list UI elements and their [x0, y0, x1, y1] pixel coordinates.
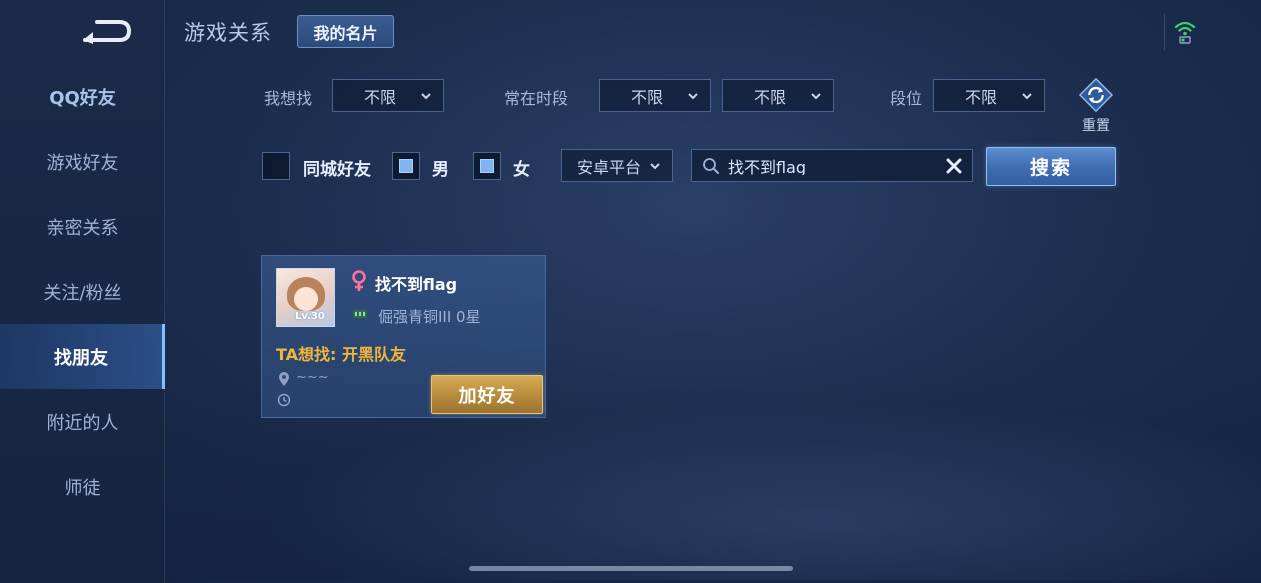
sidebar-item-label: 找朋友 — [54, 347, 108, 369]
wifi-status — [1164, 14, 1204, 50]
search-button[interactable]: 搜索 — [986, 147, 1116, 186]
female-icon — [352, 270, 366, 291]
same-city-label: 同城好友 — [303, 160, 371, 180]
home-indicator[interactable] — [469, 566, 793, 571]
search-input[interactable] — [728, 156, 928, 175]
sidebar-item-label: 附近的人 — [46, 412, 119, 434]
back-arrow-icon — [83, 20, 132, 44]
same-city-checkbox[interactable] — [262, 152, 290, 180]
rank-label: 段位 — [890, 89, 923, 108]
female-checkbox[interactable] — [473, 152, 501, 180]
clear-icon[interactable] — [946, 158, 962, 174]
user-name: 找不到flag — [375, 275, 458, 294]
back-button[interactable] — [78, 17, 134, 47]
sidebar-item-intimate[interactable]: 亲密关系 — [0, 194, 165, 259]
sidebar-item-find-friends[interactable]: 找朋友 — [0, 324, 165, 389]
rank-text: 倔强青铜III 0星 — [378, 308, 481, 326]
female-label: 女 — [513, 160, 530, 180]
clock-icon — [277, 393, 291, 407]
chevron-down-icon — [1022, 93, 1032, 100]
online-time-select-start[interactable]: 不限 — [599, 79, 711, 112]
add-friend-button[interactable]: 加好友 — [431, 375, 543, 414]
reset-label: 重置 — [1082, 118, 1110, 134]
online-time-select-end[interactable]: 不限 — [722, 79, 834, 112]
wifi-icon — [1174, 21, 1195, 44]
sidebar-item-label: 师徒 — [64, 477, 101, 499]
select-value: 不限 — [363, 87, 396, 107]
my-card-button[interactable]: 我的名片 — [297, 15, 394, 48]
sidebar: QQ好友 游戏好友 亲密关系 关注/粉丝 找朋友 附近的人 师徒 — [0, 0, 165, 583]
select-value: 不限 — [630, 87, 663, 107]
sidebar-item-game-friends[interactable]: 游戏好友 — [0, 129, 165, 194]
male-label: 男 — [432, 160, 449, 180]
search-icon — [703, 157, 719, 174]
location-text: ~~~ — [296, 370, 329, 385]
reset-button[interactable]: 重置 — [1074, 77, 1118, 135]
chevron-down-icon — [811, 93, 821, 100]
chevron-down-icon — [421, 93, 431, 100]
avatar-level: Lv.30 — [295, 311, 325, 322]
rank-icon — [353, 310, 367, 318]
sidebar-item-mentor[interactable]: 师徒 — [0, 454, 165, 519]
sidebar-item-label: 亲密关系 — [46, 217, 119, 239]
sidebar-item-qq-friends[interactable]: QQ好友 — [0, 64, 165, 129]
page-title: 游戏关系 — [184, 21, 272, 45]
select-value: 不限 — [753, 87, 786, 107]
location-pin-icon — [279, 372, 289, 386]
looking-for-text: TA想找: 开黑队友 — [276, 345, 407, 364]
male-checkbox[interactable] — [392, 152, 420, 180]
sidebar-item-nearby[interactable]: 附近的人 — [0, 389, 165, 454]
looking-for-select[interactable]: 不限 — [332, 79, 444, 112]
platform-select[interactable]: 安卓平台 — [561, 149, 673, 182]
chevron-down-icon — [650, 163, 660, 170]
sidebar-item-follow-fans[interactable]: 关注/粉丝 — [0, 259, 165, 324]
avatar[interactable]: Lv.30 — [276, 268, 335, 327]
avatar-face — [294, 287, 318, 311]
select-value: 不限 — [964, 87, 997, 107]
rank-select[interactable]: 不限 — [933, 79, 1045, 112]
looking-for-label: 我想找 — [264, 89, 313, 108]
online-time-label: 常在时段 — [504, 89, 569, 108]
sidebar-item-label: QQ好友 — [49, 87, 116, 109]
sidebar-item-label: 关注/粉丝 — [43, 282, 122, 304]
search-field — [691, 149, 973, 182]
friend-result-card: Lv.30 找不到flag 倔强青铜III 0星 TA想找: 开黑队友 ~~~ … — [261, 255, 546, 418]
reset-icon — [1078, 77, 1114, 113]
sidebar-item-label: 游戏好友 — [46, 152, 119, 174]
chevron-down-icon — [688, 93, 698, 100]
select-value: 安卓平台 — [576, 157, 641, 177]
